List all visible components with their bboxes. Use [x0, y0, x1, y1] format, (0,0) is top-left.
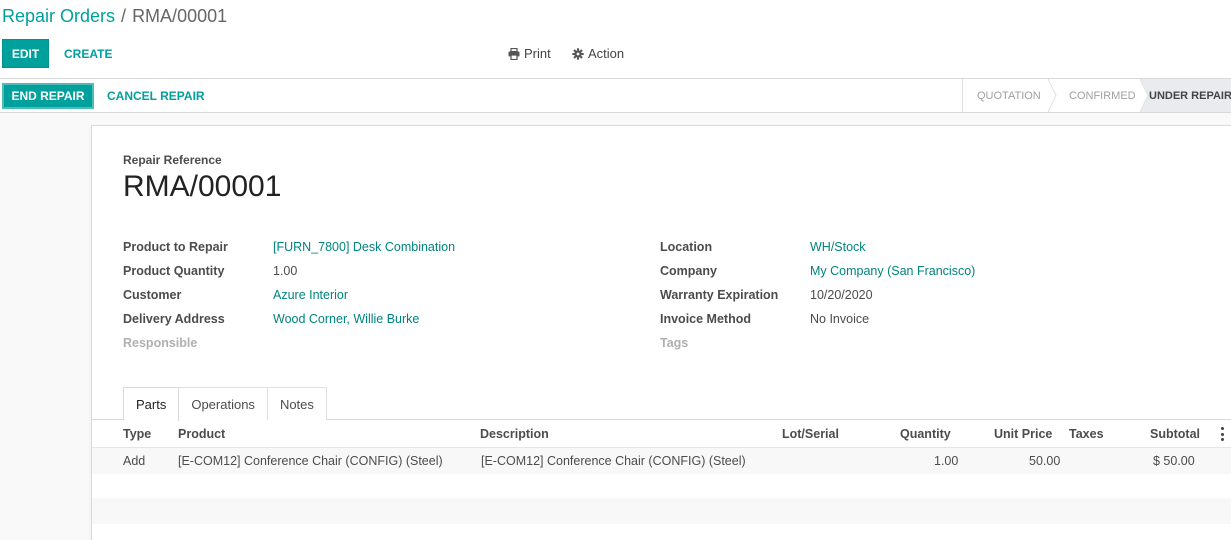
customer-label: Customer	[123, 288, 182, 302]
parts-table-header	[92, 420, 1231, 448]
column-header-unit-price[interactable]: Unit Price	[994, 427, 1052, 441]
gear-icon	[572, 47, 584, 60]
tab-parts[interactable]: Parts	[123, 387, 180, 421]
column-header-taxes[interactable]: Taxes	[1069, 427, 1104, 441]
table-row-empty	[92, 474, 1231, 498]
repair-reference-title: RMA/00001	[123, 170, 282, 203]
notebook-tabs: Parts Operations Notes	[123, 387, 327, 421]
stage-under-repair: UNDER REPAIR	[1140, 79, 1231, 112]
breadcrumb-parent-link[interactable]: Repair Orders	[2, 6, 115, 26]
company-value[interactable]: My Company (San Francisco)	[810, 264, 975, 278]
breadcrumb: Repair Orders / RMA/00001	[2, 6, 227, 26]
action-dropdown[interactable]: Action	[572, 46, 624, 61]
product-quantity-label: Product Quantity	[123, 264, 225, 278]
end-repair-button[interactable]: END REPAIR	[2, 83, 94, 109]
print-label: Print	[524, 46, 551, 61]
row-description: [E-COM12] Conference Chair (CONFIG) (Ste…	[481, 454, 746, 468]
product-to-repair-label: Product to Repair	[123, 240, 228, 254]
kebab-menu-icon[interactable]	[1219, 427, 1225, 441]
product-quantity-value: 1.00	[273, 264, 298, 278]
create-button[interactable]: CREATE	[64, 39, 112, 68]
print-dropdown[interactable]: Print	[508, 46, 551, 61]
location-label: Location	[660, 240, 713, 254]
row-type: Add	[123, 454, 146, 468]
cancel-repair-button[interactable]: CANCEL REPAIR	[107, 83, 205, 109]
stage-quotation[interactable]: QUOTATION	[962, 79, 1057, 112]
action-label: Action	[588, 46, 625, 61]
company-label: Company	[660, 264, 717, 278]
delivery-address-value[interactable]: Wood Corner, Willie Burke	[273, 312, 419, 326]
column-header-description[interactable]: Description	[480, 427, 549, 441]
tab-notes[interactable]: Notes	[266, 387, 327, 420]
product-to-repair-value[interactable]: [FURN_7800] Desk Combination	[273, 240, 455, 254]
invoice-method-label: Invoice Method	[660, 312, 751, 326]
printer-icon	[508, 47, 520, 60]
location-value[interactable]: WH/Stock	[810, 240, 866, 254]
column-header-quantity[interactable]: Quantity	[900, 427, 951, 441]
table-row-empty	[92, 498, 1231, 524]
warranty-expiration-value: 10/20/2020	[810, 288, 873, 302]
row-quantity: 1.00	[934, 454, 959, 468]
status-stages: QUOTATION CONFIRMED UNDER REPAIR	[962, 79, 1231, 112]
edit-button[interactable]: EDIT	[2, 39, 49, 68]
column-header-type[interactable]: Type	[123, 427, 151, 441]
stage-separator	[1048, 79, 1057, 112]
column-header-lot-serial[interactable]: Lot/Serial	[782, 427, 839, 441]
responsible-label: Responsible	[123, 336, 198, 350]
row-subtotal: $ 50.00	[1153, 454, 1195, 468]
breadcrumb-separator: /	[121, 6, 127, 26]
invoice-method-value: No Invoice	[810, 312, 870, 326]
stage-separator	[1140, 79, 1149, 112]
tab-operations[interactable]: Operations	[178, 387, 268, 420]
stage-confirmed[interactable]: CONFIRMED	[1048, 79, 1149, 112]
warranty-expiration-label: Warranty Expiration	[660, 288, 779, 302]
column-header-product[interactable]: Product	[178, 427, 225, 441]
breadcrumb-current: RMA/00001	[132, 6, 228, 26]
repair-reference-label: Repair Reference	[123, 153, 222, 167]
customer-value[interactable]: Azure Interior	[273, 288, 348, 302]
tags-label: Tags	[660, 336, 689, 350]
column-header-subtotal[interactable]: Subtotal	[1150, 427, 1200, 441]
delivery-address-label: Delivery Address	[123, 312, 225, 326]
row-product: [E-COM12] Conference Chair (CONFIG) (Ste…	[178, 454, 443, 468]
row-unit-price: 50.00	[1029, 454, 1061, 468]
